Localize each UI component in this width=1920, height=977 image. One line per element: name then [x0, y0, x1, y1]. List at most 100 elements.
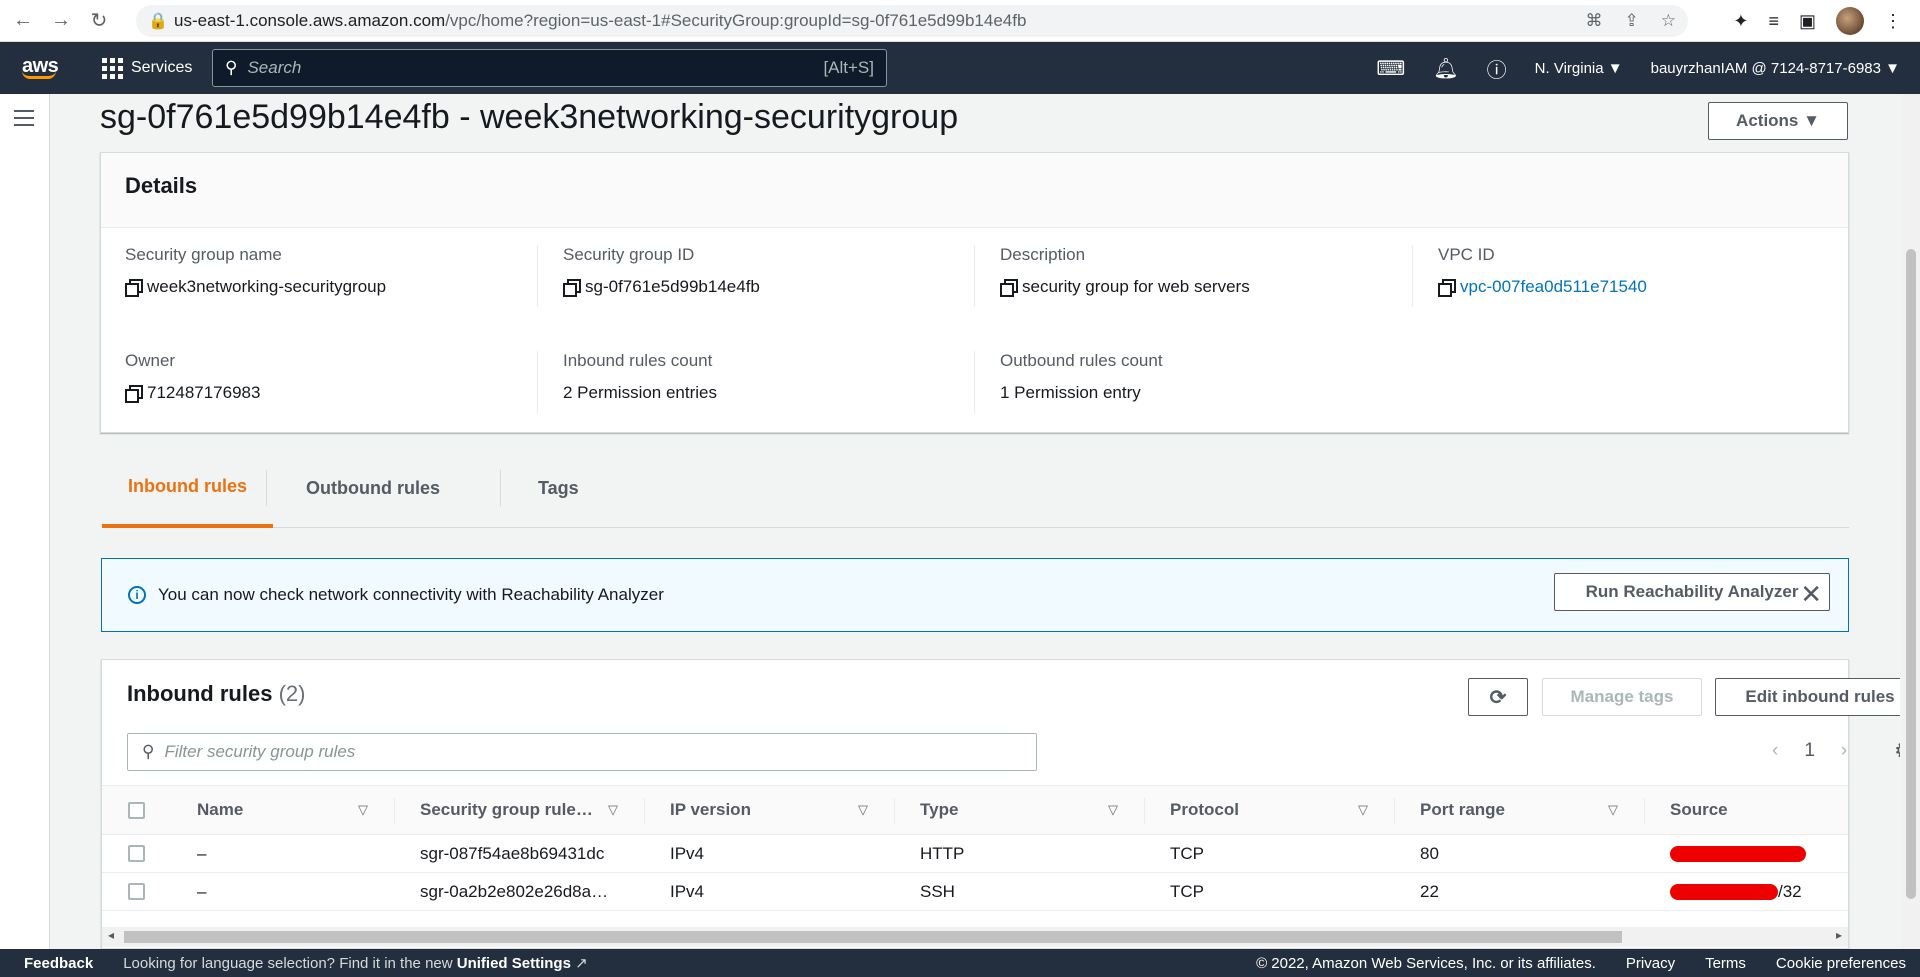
tab-outbound-rules[interactable]: Outbound rules — [280, 448, 466, 528]
tab-divider — [500, 470, 501, 506]
refresh-button[interactable]: ⟳ — [1468, 678, 1528, 716]
chevron-left-icon[interactable]: ‹ — [1772, 740, 1778, 762]
cell-rule-id: sgr-087f54ae8b69431dc — [420, 844, 605, 863]
column-header-ip-version[interactable]: IP version — [670, 800, 751, 820]
copy-icon[interactable] — [125, 385, 143, 403]
scroll-left-arrow-icon[interactable]: ◂ — [108, 928, 114, 942]
redacted-source — [1670, 846, 1806, 862]
sort-icon[interactable]: ▽ — [1108, 802, 1118, 818]
field-value: 1 Permission entry — [1000, 383, 1141, 402]
alert-message: You can now check network connectivity w… — [158, 585, 664, 604]
cell-protocol: TCP — [1170, 844, 1204, 863]
tab-divider — [266, 470, 267, 506]
scroll-right-arrow-icon[interactable]: ▸ — [1836, 928, 1842, 942]
browser-toolbar: ← → ↻ 🔒 us-east-1.console.aws.amazon.com… — [0, 0, 1920, 42]
bookmark-star-icon[interactable]: ☆ — [1661, 11, 1676, 31]
cloudshell-icon[interactable]: ⌨ — [1376, 56, 1405, 81]
help-icon[interactable]: ⓘ — [1487, 54, 1507, 83]
column-resizer[interactable] — [1394, 798, 1395, 824]
notifications-bell-icon[interactable]: 🔔︎ — [1433, 56, 1458, 81]
tab-inbound-rules[interactable]: Inbound rules — [102, 448, 273, 528]
row-checkbox[interactable] — [128, 883, 145, 900]
reading-list-icon[interactable]: ≡ — [1768, 11, 1779, 32]
vpc-id-link[interactable]: vpc-007fea0d511e71540 — [1460, 277, 1647, 297]
run-reachability-analyzer-button[interactable]: Run Reachability Analyzer — [1554, 573, 1830, 611]
column-resizer[interactable] — [1644, 798, 1645, 824]
field-value: 712487176983 — [147, 383, 261, 402]
services-menu[interactable]: Services — [102, 57, 192, 79]
table-row[interactable]: – sgr-0a2b2e802e26d8a… IPv4 SSH TCP 22 /… — [102, 873, 1848, 911]
scrollbar-thumb[interactable] — [1906, 249, 1916, 899]
column-resizer[interactable] — [1144, 798, 1145, 824]
column-header-type[interactable]: Type — [920, 800, 958, 820]
sort-icon[interactable]: ▽ — [1358, 802, 1368, 818]
row-checkbox[interactable] — [128, 845, 145, 862]
page-title: sg-0f761e5d99b14e4fb - week3networking-s… — [100, 98, 959, 136]
aws-top-nav: aws Services ⚲ Search [Alt+S] ⌨ 🔔︎ ⓘ N. … — [0, 42, 1920, 94]
column-header-name[interactable]: Name — [197, 800, 243, 820]
translate-icon[interactable]: ⌘ — [1586, 11, 1603, 31]
column-header-protocol[interactable]: Protocol — [1170, 800, 1239, 820]
cell-source-suffix: /32 — [1778, 882, 1802, 901]
column-header-port-range[interactable]: Port range — [1420, 800, 1505, 820]
column-header-source[interactable]: Source — [1670, 800, 1728, 820]
select-all-checkbox[interactable] — [128, 802, 145, 819]
cell-type: HTTP — [920, 844, 965, 863]
account-menu[interactable]: bauyrzhanIAM @ 7124-8717-6983 ▼ — [1651, 60, 1900, 77]
sort-icon[interactable]: ▽ — [608, 802, 618, 818]
table-row[interactable]: – sgr-087f54ae8b69431dc IPv4 HTTP TCP 80 — [102, 835, 1848, 873]
region-selector[interactable]: N. Virginia ▼ — [1535, 60, 1623, 77]
side-panel-icon[interactable]: ▣ — [1799, 11, 1816, 32]
tab-tags[interactable]: Tags — [512, 448, 605, 528]
copy-icon[interactable] — [125, 279, 143, 297]
column-header-rule-id[interactable]: Security group rule… — [420, 800, 593, 820]
share-icon[interactable]: ⇪ — [1625, 11, 1639, 31]
privacy-link[interactable]: Privacy — [1626, 955, 1675, 972]
search-input[interactable]: ⚲ Search [Alt+S] — [212, 49, 887, 87]
extensions-icon[interactable]: ✦ — [1733, 11, 1748, 32]
cell-type: SSH — [920, 882, 955, 901]
forward-arrow-icon[interactable]: → — [46, 6, 76, 36]
sort-icon[interactable]: ▽ — [1608, 802, 1618, 818]
column-resizer[interactable] — [394, 798, 395, 824]
copy-icon[interactable] — [1438, 279, 1456, 297]
inbound-rules-heading: Inbound rules (2) — [127, 681, 306, 706]
column-resizer[interactable] — [894, 798, 895, 824]
filter-rules-input[interactable]: ⚲ Filter security group rules — [127, 733, 1037, 771]
cell-port-range: 80 — [1420, 844, 1439, 863]
menu-kebab-icon[interactable]: ⋮ — [1884, 11, 1902, 32]
manage-tags-button[interactable]: Manage tags — [1542, 678, 1702, 716]
copy-icon[interactable] — [1000, 279, 1018, 297]
terms-link[interactable]: Terms — [1705, 955, 1746, 972]
details-panel: Details Security group name week3network… — [100, 152, 1849, 433]
copy-icon[interactable] — [563, 279, 581, 297]
close-icon[interactable]: ✕ — [1800, 581, 1822, 607]
actions-button[interactable]: Actions ▼ — [1708, 102, 1848, 140]
profile-avatar[interactable] — [1836, 7, 1864, 35]
details-heading: Details — [101, 153, 1848, 228]
field-owner: Owner 712487176983 — [125, 351, 545, 403]
field-label: VPC ID — [1438, 245, 1495, 264]
cookie-preferences-link[interactable]: Cookie preferences — [1776, 955, 1906, 972]
scrollbar-thumb[interactable] — [124, 931, 1622, 943]
column-resizer[interactable] — [644, 798, 645, 824]
cell-protocol: TCP — [1170, 882, 1204, 901]
hamburger-menu-icon[interactable] — [14, 110, 34, 131]
pagination: ‹ 1 › — [1772, 740, 1847, 762]
sort-icon[interactable]: ▽ — [358, 802, 368, 818]
address-bar[interactable]: 🔒 us-east-1.console.aws.amazon.com/vpc/h… — [136, 5, 1688, 37]
aws-logo[interactable]: aws — [22, 56, 64, 79]
horizontal-scrollbar[interactable]: ◂ ▸ — [102, 927, 1848, 947]
back-arrow-icon[interactable]: ← — [8, 6, 38, 36]
edit-inbound-rules-button[interactable]: Edit inbound rules — [1715, 678, 1900, 716]
vertical-scrollbar[interactable] — [1902, 94, 1920, 949]
page-number[interactable]: 1 — [1804, 740, 1815, 762]
field-value: security group for web servers — [1022, 277, 1250, 296]
feedback-link[interactable]: Feedback — [24, 955, 93, 972]
reload-icon[interactable]: ↻ — [84, 6, 114, 36]
sort-icon[interactable]: ▽ — [858, 802, 868, 818]
field-outbound-count: Outbound rules count 1 Permission entry — [1000, 351, 1420, 403]
unified-settings-link[interactable]: Unified Settings — [457, 955, 571, 972]
gear-icon[interactable]: ⚙ — [1894, 738, 1900, 764]
chevron-right-icon[interactable]: › — [1841, 740, 1847, 762]
